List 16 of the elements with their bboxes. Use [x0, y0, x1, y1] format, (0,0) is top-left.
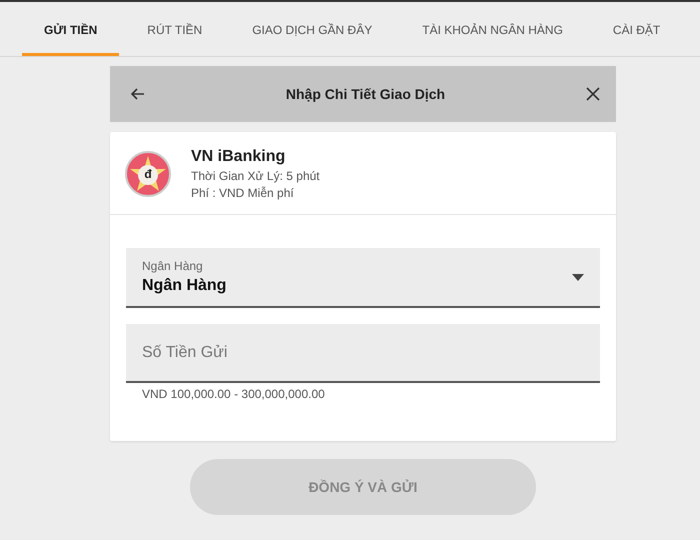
- amount-range-hint: VND 100,000.00 - 300,000,000.00: [142, 387, 326, 401]
- method-name: VN iBanking: [191, 148, 286, 166]
- dialog-title: Nhập Chi Tiết Giao Dịch: [284, 86, 446, 102]
- tab[interactable]: TÀI KHOẢN NGÂN HÀNG: [400, 2, 585, 56]
- fee-text: Phí : VND Miễn phí: [191, 186, 295, 200]
- bank-select[interactable]: Ngân Hàng Ngân Hàng: [126, 248, 600, 308]
- back-icon[interactable]: [131, 88, 145, 100]
- dropdown-icon[interactable]: [572, 274, 584, 280]
- tab[interactable]: RÚT TIỀN: [125, 2, 224, 56]
- tab[interactable]: GIAO DỊCH GẦN ĐÂY: [230, 2, 394, 56]
- tab[interactable]: GỬI TIỀN: [22, 2, 120, 56]
- amount-field[interactable]: Số Tiền Gửi: [126, 324, 600, 383]
- close-icon[interactable]: [586, 87, 600, 101]
- bank-logo: đ: [125, 151, 171, 197]
- tab[interactable]: CÀI ĐẶT: [590, 2, 682, 56]
- processing-time: Thời Gian Xử Lý: 5 phút: [191, 169, 320, 183]
